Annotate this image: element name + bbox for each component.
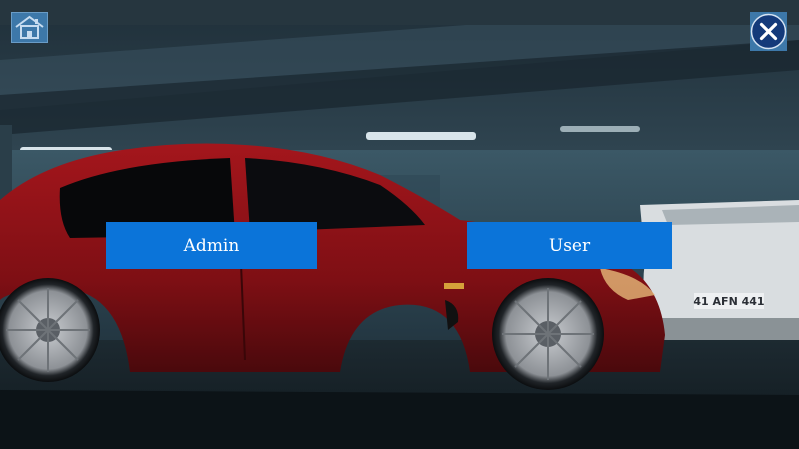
home-icon (15, 15, 44, 39)
user-button-label: User (548, 235, 591, 256)
license-plate: 41 AFN 441 (693, 295, 764, 308)
login-role-screen: 41 AFN 441 Admin User (0, 0, 799, 449)
user-button[interactable]: User (467, 222, 672, 269)
admin-button[interactable]: Admin (106, 222, 317, 269)
admin-button-label: Admin (183, 235, 240, 256)
home-button[interactable] (11, 12, 48, 43)
close-button[interactable] (750, 12, 787, 51)
close-icon (750, 13, 787, 50)
